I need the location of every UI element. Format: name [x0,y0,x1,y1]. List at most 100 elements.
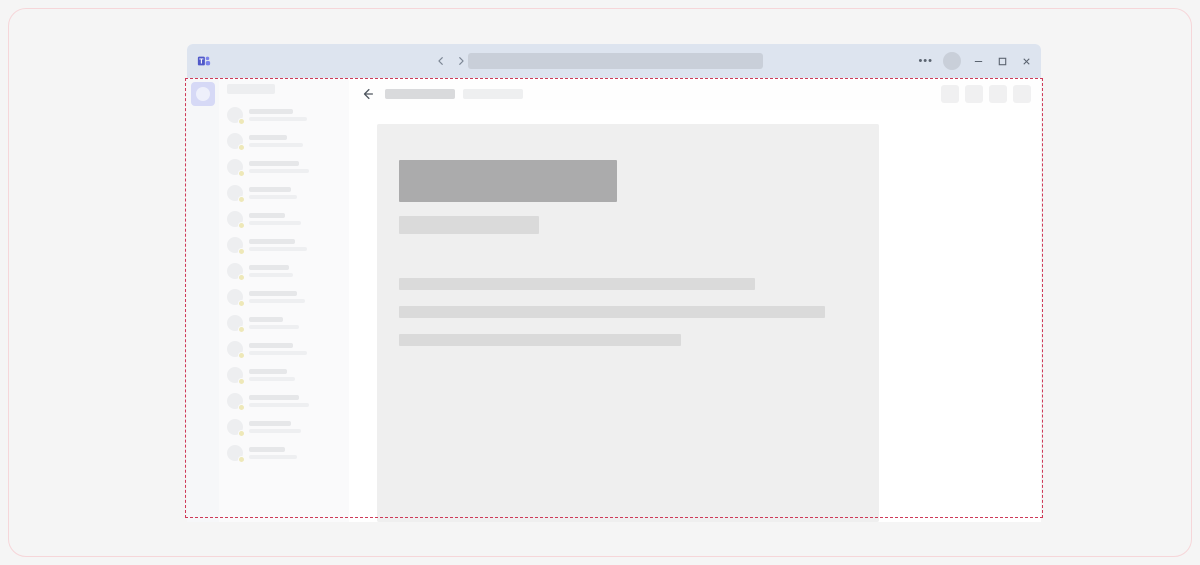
list-item-title [249,447,285,452]
title-bar: T ••• [187,44,1041,78]
presence-indicator [238,248,245,255]
list-avatar [227,263,243,279]
presence-indicator [238,196,245,203]
svg-text:T: T [199,59,204,66]
breadcrumb-segment [463,89,523,99]
dialog-body-line [399,278,755,290]
list-item-subtitle [249,221,301,225]
list-item-subtitle [249,429,301,433]
list-item-subtitle [249,351,307,355]
list-item-title [249,291,297,296]
list-avatar [227,211,243,227]
chat-list-item[interactable] [227,258,341,284]
list-item-title [249,187,291,192]
rail-app-chat[interactable] [191,82,215,106]
list-item-subtitle [249,117,307,121]
dialog-body-line [399,334,681,346]
header-action-button[interactable] [941,85,959,103]
list-item-title [249,317,283,322]
chat-list-item[interactable] [227,154,341,180]
list-avatar [227,289,243,305]
chat-list-item[interactable] [227,232,341,258]
header-action-button[interactable] [1013,85,1031,103]
presence-indicator [238,274,245,281]
header-action-button[interactable] [965,85,983,103]
presence-indicator [238,378,245,385]
chat-list-item[interactable] [227,388,341,414]
chat-list-panel [219,78,349,522]
list-avatar [227,159,243,175]
list-item-title [249,213,285,218]
main-panel [349,78,1041,522]
list-avatar [227,367,243,383]
list-item-subtitle [249,195,297,199]
chat-icon [196,87,210,101]
content-dialog [377,124,879,522]
user-avatar[interactable] [943,52,961,70]
app-rail [187,78,219,522]
list-item-subtitle [249,403,309,407]
list-avatar [227,341,243,357]
chat-list-item[interactable] [227,128,341,154]
chat-list-item[interactable] [227,206,341,232]
list-item-subtitle [249,273,293,277]
presence-indicator [238,300,245,307]
window-close-button[interactable] [1019,54,1033,68]
presence-indicator [238,144,245,151]
list-item-title [249,109,293,114]
chat-list-item[interactable] [227,362,341,388]
list-avatar [227,315,243,331]
list-item-subtitle [249,143,303,147]
breadcrumb-segment[interactable] [385,89,455,99]
chat-list-item[interactable] [227,336,341,362]
dialog-title [399,160,617,202]
presence-indicator [238,170,245,177]
list-avatar [227,107,243,123]
list-avatar [227,133,243,149]
presence-indicator [238,352,245,359]
list-item-subtitle [249,455,297,459]
presence-indicator [238,404,245,411]
nav-forward-button[interactable] [454,54,468,68]
search-input[interactable] [468,53,763,69]
sub-header [349,78,1041,110]
app-window: T ••• [187,44,1041,522]
presence-indicator [238,118,245,125]
list-item-title [249,265,289,270]
window-minimize-button[interactable] [971,54,985,68]
nav-back-button[interactable] [434,54,448,68]
teams-icon: T [197,54,211,68]
chat-list-item[interactable] [227,414,341,440]
back-button[interactable] [359,85,377,103]
chat-list-header [227,84,275,94]
dialog-body-line [399,306,825,318]
list-avatar [227,419,243,435]
app-canvas [349,110,1041,522]
list-item-title [249,135,287,140]
dialog-subtitle [399,216,539,234]
list-item-subtitle [249,169,309,173]
list-avatar [227,185,243,201]
list-item-title [249,369,287,374]
list-item-title [249,161,299,166]
window-maximize-button[interactable] [995,54,1009,68]
list-item-subtitle [249,247,307,251]
list-avatar [227,393,243,409]
chat-list-item[interactable] [227,440,341,466]
list-avatar [227,237,243,253]
chat-list-item[interactable] [227,310,341,336]
list-item-title [249,395,299,400]
chat-list-item[interactable] [227,284,341,310]
presence-indicator [238,222,245,229]
presence-indicator [238,430,245,437]
list-avatar [227,445,243,461]
list-item-subtitle [249,377,295,381]
list-item-subtitle [249,299,305,303]
list-item-subtitle [249,325,299,329]
presence-indicator [238,456,245,463]
more-button[interactable]: ••• [918,55,933,67]
list-item-title [249,343,293,348]
chat-list-item[interactable] [227,102,341,128]
header-action-button[interactable] [989,85,1007,103]
chat-list-item[interactable] [227,180,341,206]
